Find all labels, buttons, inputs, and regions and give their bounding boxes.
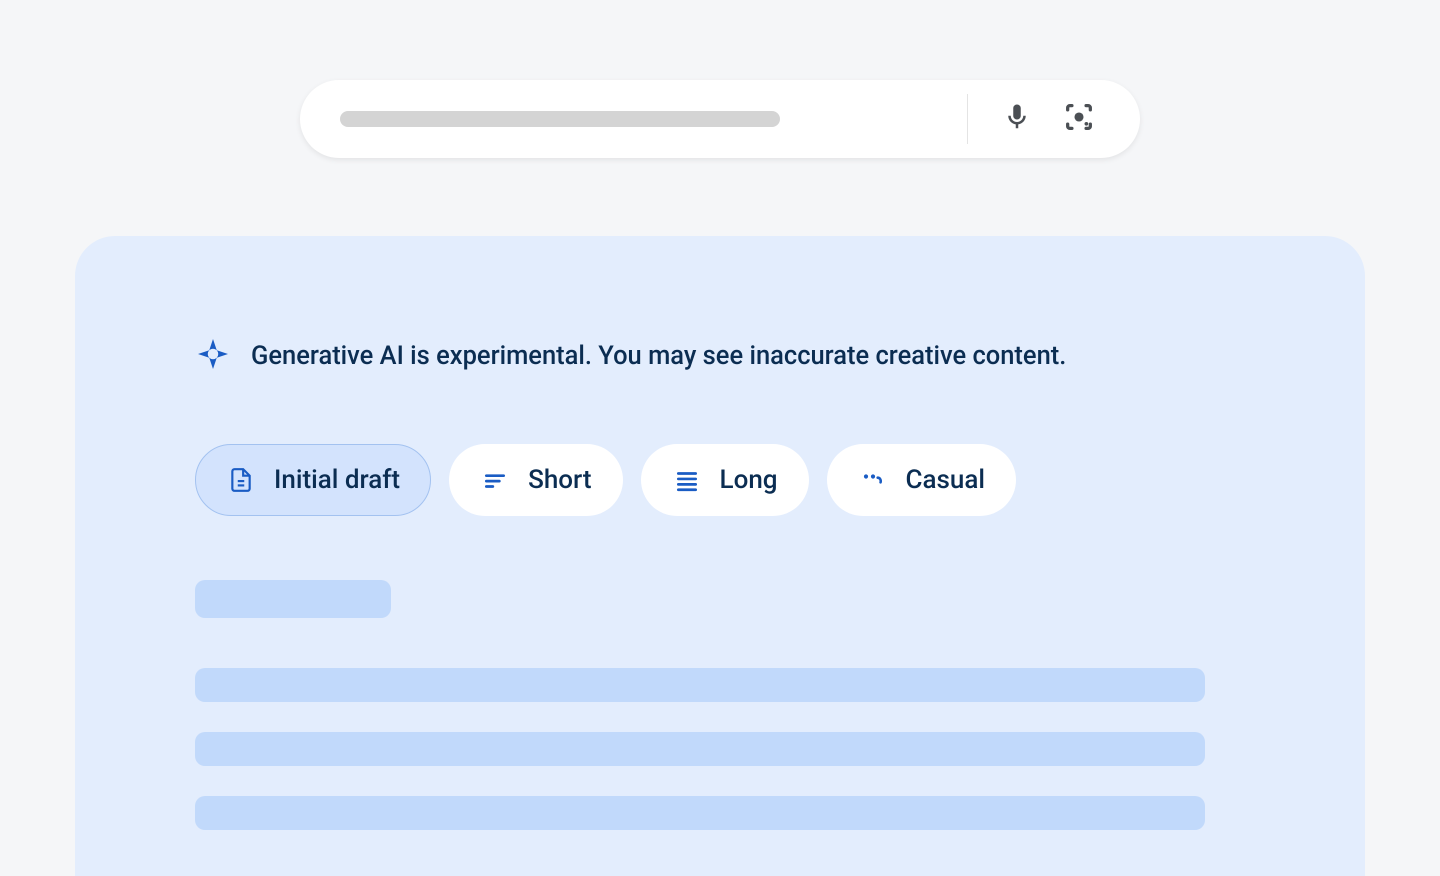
search-bar-container <box>0 0 1440 158</box>
document-icon <box>226 465 256 495</box>
skeleton-title <box>195 580 391 618</box>
camera-lens-icon <box>1062 100 1096 138</box>
generative-ai-card: Generative AI is experimental. You may s… <box>75 236 1365 876</box>
skeleton-line <box>195 796 1205 830</box>
search-divider <box>967 94 968 144</box>
microphone-icon <box>1002 102 1032 136</box>
chip-short[interactable]: Short <box>449 444 622 516</box>
search-bar[interactable] <box>300 80 1140 158</box>
voice-search-button[interactable] <box>994 96 1040 142</box>
skeleton-line <box>195 668 1205 702</box>
long-lines-icon <box>672 465 702 495</box>
skeleton-line <box>195 732 1205 766</box>
camera-search-button[interactable] <box>1056 96 1102 142</box>
chip-label: Casual <box>906 465 985 495</box>
notice-row: Generative AI is experimental. You may s… <box>195 336 1245 376</box>
search-input-placeholder[interactable] <box>340 111 780 127</box>
chip-label: Initial draft <box>274 465 400 495</box>
chip-label: Long <box>720 465 778 495</box>
tone-chips-row: Initial draft Short Long <box>195 444 1245 516</box>
casual-smiley-icon <box>858 465 888 495</box>
chip-casual[interactable]: Casual <box>827 444 1016 516</box>
sparkle-icon <box>195 336 231 376</box>
short-lines-icon <box>480 465 510 495</box>
chip-label: Short <box>528 465 591 495</box>
chip-long[interactable]: Long <box>641 444 809 516</box>
notice-text: Generative AI is experimental. You may s… <box>251 341 1066 371</box>
chip-initial-draft[interactable]: Initial draft <box>195 444 431 516</box>
